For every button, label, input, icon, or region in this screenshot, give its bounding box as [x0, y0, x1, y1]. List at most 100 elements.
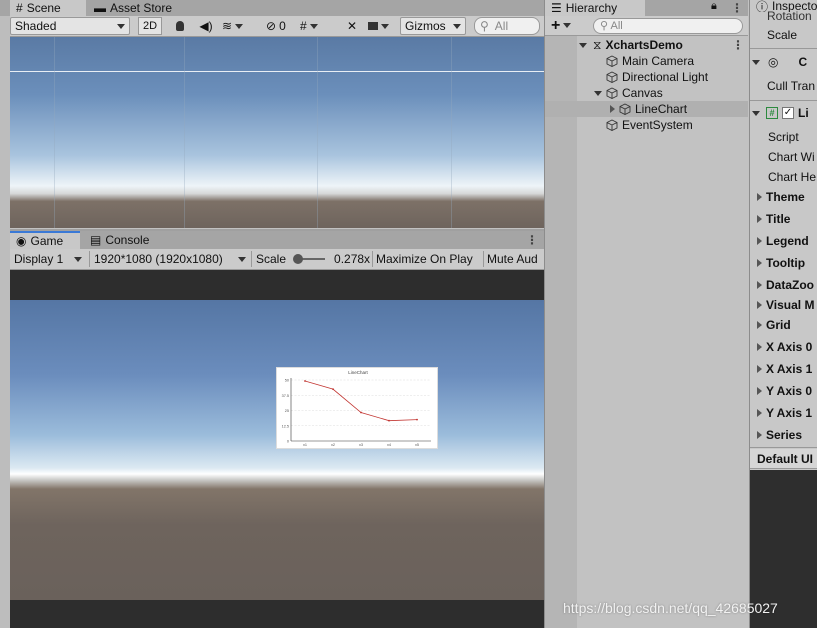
- mode-2d-button[interactable]: 2D: [138, 17, 163, 35]
- hierarchy-search-input[interactable]: ⚲ All: [593, 18, 743, 34]
- hierarchy-item-label: LineChart: [635, 102, 688, 116]
- inspector-foldout-theme[interactable]: Theme: [757, 187, 817, 207]
- y-tick-label: 0: [287, 440, 289, 444]
- inspector-foldout-legend[interactable]: Legend: [757, 231, 817, 251]
- tab-asset-store-label: Asset Store: [110, 1, 173, 15]
- inspector-material-label: Default UI: [757, 452, 814, 466]
- chevron-down-icon: [381, 23, 389, 29]
- inspector-foldout-y-axis-0[interactable]: Y Axis 0: [757, 381, 817, 401]
- hierarchy-item-eventsystem[interactable]: EventSystem: [546, 117, 747, 133]
- inspector-row-script: Script: [757, 127, 817, 147]
- toolbar-divider: [483, 251, 484, 267]
- scale-label: Scale: [256, 252, 287, 266]
- tab-scene-label: Scene: [26, 1, 61, 15]
- inspector-foldout-tooltip[interactable]: Tooltip: [757, 253, 817, 273]
- grid-toggle[interactable]: #: [300, 17, 338, 35]
- gizmos-dropdown[interactable]: Gizmos: [400, 17, 466, 35]
- inspector-component-linechart[interactable]: # ✓ Li: [752, 103, 817, 123]
- collapse-arrow-icon: [757, 365, 762, 373]
- inspector-foldout-datazoom[interactable]: DataZoo: [757, 275, 817, 295]
- scene-search-input[interactable]: ⚲ All: [474, 17, 540, 35]
- display-dropdown[interactable]: Display 1: [10, 250, 86, 268]
- hierarchy-item-main-camera[interactable]: Main Camera: [546, 53, 747, 69]
- collapse-arrow-icon: [757, 321, 762, 329]
- speaker-icon: ◀): [199, 19, 213, 33]
- maximize-on-play-label: Maximize On Play: [376, 252, 473, 266]
- inspector-component-canvas-renderer[interactable]: ◎ C: [752, 52, 817, 72]
- inspector-row-label: DataZoo: [766, 278, 814, 292]
- scene-left-strip: [0, 16, 10, 628]
- inspector-row-scale: Scale: [757, 25, 817, 45]
- resolution-dropdown[interactable]: 1920*1080 (1920x1080): [92, 250, 248, 268]
- inspector-row-label: Li: [798, 106, 809, 120]
- x-tick-label: x3: [359, 443, 363, 447]
- maximize-on-play-toggle[interactable]: Maximize On Play: [376, 250, 473, 268]
- x-tick-label: x1: [303, 443, 307, 447]
- gameobject-cube-icon: [606, 87, 618, 99]
- tab-hierarchy-label: Hierarchy: [565, 1, 618, 15]
- scene-tab-bar: # Scene ▬ Asset Store: [0, 0, 544, 16]
- inspector-material-header[interactable]: Default UI: [750, 449, 817, 469]
- unity-scene-icon: ⧖: [593, 37, 602, 52]
- hierarchy-item-linechart[interactable]: LineChart: [545, 101, 748, 117]
- scale-slider-track[interactable]: [293, 254, 326, 264]
- eye-slash-icon: ⊘: [266, 19, 277, 33]
- data-point: [332, 388, 334, 391]
- tab-scene[interactable]: # Scene: [10, 0, 86, 16]
- inspector-row-label: Cull Tran: [767, 79, 816, 93]
- scene-viewport[interactable]: [10, 37, 544, 228]
- game-toolbar: Display 1 1920*1080 (1920x1080) Scale 0.…: [10, 249, 544, 270]
- scene-grid-line: [54, 37, 55, 228]
- scene-search-text: All: [494, 19, 509, 33]
- collapse-arrow-icon: [757, 281, 762, 289]
- effects-toggle[interactable]: ≋: [222, 17, 258, 35]
- inspector-foldout-visualmap[interactable]: Visual M: [757, 295, 817, 315]
- audio-toggle[interactable]: ◀): [196, 17, 216, 35]
- tab-asset-store[interactable]: ▬ Asset Store: [88, 0, 179, 16]
- hierarchy-tab-bar: ☰ Hierarchy 🔒︎ ⋮: [545, 0, 748, 16]
- game-panel-menu-icon[interactable]: ⋮: [526, 234, 538, 246]
- inspector-row-chart-width: Chart Wi: [757, 147, 817, 167]
- inspector-row-label: Grid: [766, 318, 791, 332]
- inspector-row-label: Tooltip: [766, 256, 806, 270]
- toolbar-divider: [89, 251, 90, 267]
- hierarchy-scene-root[interactable]: ⧖ XchartsDemo ⋮: [546, 37, 747, 53]
- chart-title: LineChart: [348, 370, 368, 375]
- collapse-arrow-icon: [757, 237, 762, 245]
- inspector-foldout-x-axis-1[interactable]: X Axis 1: [757, 359, 817, 379]
- inspector-foldout-x-axis-0[interactable]: X Axis 0: [757, 337, 817, 357]
- inspector-row-label: Title: [766, 212, 791, 226]
- tab-console[interactable]: ▤ Console: [84, 231, 156, 249]
- inspector-foldout-title[interactable]: Title: [757, 209, 817, 229]
- tab-game[interactable]: ◉ Game: [10, 231, 80, 249]
- scene-grid-line: [317, 37, 318, 228]
- scene-grid-line: [184, 37, 185, 228]
- chevron-down-icon: [453, 23, 461, 29]
- hidden-objects-toggle[interactable]: ⊘ 0: [266, 17, 286, 35]
- scale-slider[interactable]: Scale 0.278x: [256, 250, 372, 268]
- mute-audio-toggle[interactable]: Mute Aud: [487, 250, 544, 268]
- tools-button[interactable]: ✕: [342, 17, 362, 35]
- hierarchy-item-directional-light[interactable]: Directional Light: [546, 69, 747, 85]
- create-button[interactable]: +: [551, 16, 572, 36]
- y-tick-label: 25: [285, 409, 289, 413]
- line-chart[interactable]: LineChart 0 12.5 25 37.5 50 x1 x2 x3 x4 x5: [276, 367, 438, 449]
- hierarchy-item-label: Directional Light: [622, 70, 709, 84]
- camera-icon: [368, 22, 378, 30]
- lock-icon[interactable]: 🔒︎: [711, 0, 717, 13]
- inspector-foldout-y-axis-1[interactable]: Y Axis 1: [757, 403, 817, 423]
- shading-mode-dropdown[interactable]: Shaded: [10, 17, 130, 35]
- enabled-checkbox[interactable]: ✓: [782, 107, 794, 119]
- hierarchy-item-canvas[interactable]: Canvas: [546, 85, 747, 101]
- inspector-row-label: Chart He: [768, 170, 817, 184]
- tab-console-label: Console: [105, 233, 150, 247]
- scale-slider-thumb[interactable]: [293, 254, 304, 264]
- camera-settings-button[interactable]: [368, 17, 398, 35]
- scene-menu-icon[interactable]: ⋮: [732, 39, 744, 51]
- lighting-toggle[interactable]: [170, 17, 190, 35]
- inspector-foldout-grid[interactable]: Grid: [757, 315, 817, 335]
- inspector-foldout-series[interactable]: Series: [757, 425, 817, 445]
- hierarchy-menu-icon[interactable]: ⋮: [731, 2, 743, 14]
- tab-hierarchy[interactable]: ☰ Hierarchy: [545, 0, 645, 16]
- scene-grid-line: [10, 71, 544, 72]
